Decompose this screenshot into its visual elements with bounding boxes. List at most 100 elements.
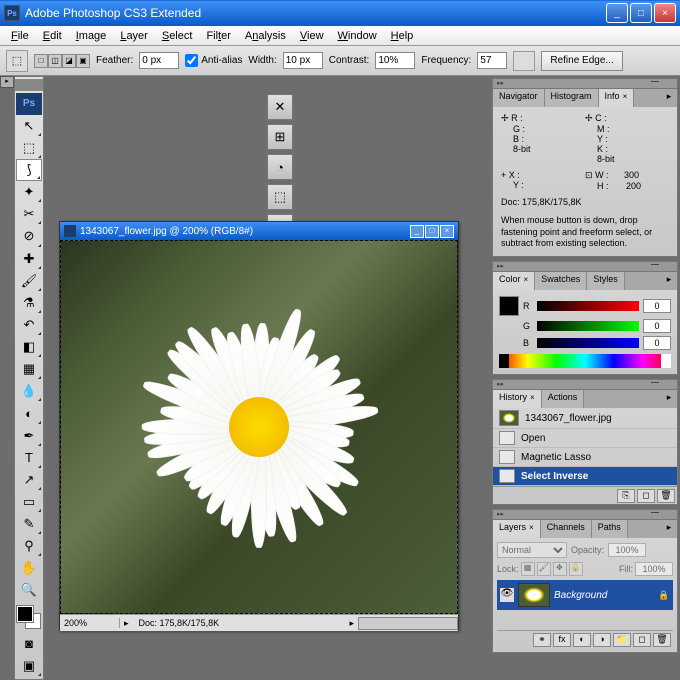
red-value[interactable] — [643, 299, 671, 313]
layer-name[interactable]: Background — [554, 590, 654, 601]
brushes-icon[interactable]: ⊞ — [267, 124, 293, 150]
lasso-tool[interactable]: ⟆ — [16, 159, 42, 181]
doc-close-button[interactable]: × — [440, 225, 454, 238]
eyedropper-tool[interactable]: ⚲ — [16, 535, 42, 557]
panel-menu-icon[interactable]: ▸ — [663, 392, 675, 404]
doc-minimize-button[interactable]: _ — [410, 225, 424, 238]
tab-actions[interactable]: Actions — [542, 390, 585, 408]
hand-tool[interactable]: ✋ — [16, 557, 42, 579]
selection-new-icon[interactable]: □ — [34, 54, 48, 68]
opacity-input[interactable] — [608, 543, 646, 557]
blue-value[interactable] — [643, 336, 671, 350]
stamp-tool[interactable]: ⚗ — [16, 292, 42, 314]
tab-navigator[interactable]: Navigator — [493, 89, 545, 107]
new-snapshot-icon[interactable]: ◻ — [637, 489, 655, 503]
tab-layers[interactable]: Layers× — [493, 520, 541, 538]
selection-intersect-icon[interactable]: ▣ — [76, 54, 90, 68]
link-layers-icon[interactable]: ⚭ — [533, 633, 551, 647]
frequency-input[interactable] — [477, 52, 507, 69]
new-layer-icon[interactable]: ◻ — [633, 633, 651, 647]
eraser-tool[interactable]: ◧ — [16, 336, 42, 358]
layer-item[interactable]: 👁 Background 🔒 — [497, 580, 673, 610]
gradient-tool[interactable]: ▦ — [16, 358, 42, 380]
tab-styles[interactable]: Styles — [587, 272, 625, 290]
clone-icon[interactable]: ◔ — [267, 154, 293, 180]
pen-pressure-icon[interactable] — [513, 51, 535, 71]
history-snapshot[interactable]: 1343067_flower.jpg — [493, 408, 677, 429]
tool-presets-icon[interactable]: ⬚ — [267, 184, 293, 210]
width-input[interactable] — [283, 52, 323, 69]
healing-tool[interactable]: ✚ — [16, 248, 42, 270]
slice-tool[interactable]: ⊘ — [16, 225, 42, 247]
doc-maximize-button[interactable]: □ — [425, 225, 439, 238]
blend-mode-select[interactable]: Normal — [497, 542, 567, 558]
delete-icon[interactable]: 🗑 — [657, 489, 675, 503]
status-arrow-icon[interactable]: ▸ — [120, 618, 133, 629]
lock-transparency-icon[interactable]: ▦ — [521, 562, 535, 576]
lock-position-icon[interactable]: ✥ — [553, 562, 567, 576]
refine-edge-button[interactable]: Refine Edge... — [541, 51, 622, 71]
antialias-checkbox[interactable]: Anti-alias — [185, 54, 242, 67]
menu-file[interactable]: File — [4, 28, 36, 44]
new-document-icon[interactable]: ⎘ — [617, 489, 635, 503]
shape-tool[interactable]: ▭ — [16, 491, 42, 513]
lock-all-icon[interactable]: 🔒 — [569, 562, 583, 576]
screen-mode-tool[interactable]: ▣ — [16, 655, 42, 677]
menu-analysis[interactable]: Analysis — [238, 28, 293, 44]
quick-mask-tool[interactable]: ◙ — [16, 633, 42, 655]
menu-layer[interactable]: Layer — [113, 28, 155, 44]
move-tool[interactable]: ↖ — [16, 115, 42, 137]
document-titlebar[interactable]: 1343067_flower.jpg @ 200% (RGB/8#) _ □ × — [60, 222, 458, 240]
lock-image-icon[interactable]: 🖌 — [537, 562, 551, 576]
tab-channels[interactable]: Channels — [541, 520, 592, 538]
color-swatch[interactable] — [499, 296, 519, 316]
selection-add-icon[interactable]: ◫ — [48, 54, 62, 68]
feather-input[interactable] — [139, 52, 179, 69]
delete-layer-icon[interactable]: 🗑 — [653, 633, 671, 647]
zoom-level[interactable]: 200% — [60, 618, 120, 628]
layer-mask-icon[interactable]: ◐ — [573, 633, 591, 647]
dodge-tool[interactable]: ◐ — [16, 402, 42, 424]
history-item[interactable]: Open — [493, 429, 677, 448]
arrange-icon[interactable]: ✕ — [267, 94, 293, 120]
menu-filter[interactable]: Filter — [199, 28, 237, 44]
color-spectrum[interactable] — [499, 354, 671, 368]
layer-style-icon[interactable]: fx — [553, 633, 571, 647]
horizontal-scrollbar[interactable] — [358, 617, 458, 630]
menu-select[interactable]: Select — [155, 28, 200, 44]
green-value[interactable] — [643, 319, 671, 333]
crop-tool[interactable]: ✂ — [16, 203, 42, 225]
tab-histogram[interactable]: Histogram — [545, 89, 599, 107]
foreground-color[interactable] — [17, 606, 33, 622]
history-brush-tool[interactable]: ↶ — [16, 314, 42, 336]
panel-menu-icon[interactable]: ▸ — [663, 274, 675, 286]
document-canvas[interactable] — [60, 240, 458, 614]
panel-menu-icon[interactable]: ▸ — [663, 522, 675, 534]
tab-color[interactable]: Color× — [493, 272, 535, 290]
tab-info[interactable]: Info× — [599, 89, 635, 107]
blur-tool[interactable]: 💧 — [16, 380, 42, 402]
tool-preset-icon[interactable]: ⬚ — [6, 50, 28, 72]
menu-image[interactable]: Image — [69, 28, 114, 44]
history-item-selected[interactable]: Select Inverse — [493, 467, 677, 486]
adjustment-layer-icon[interactable]: ◑ — [593, 633, 611, 647]
panel-collapse[interactable] — [493, 79, 677, 89]
tab-swatches[interactable]: Swatches — [535, 272, 587, 290]
notes-tool[interactable]: ✎ — [16, 513, 42, 535]
contrast-input[interactable] — [375, 52, 415, 69]
marquee-tool[interactable]: ⬚ — [16, 137, 42, 159]
minimize-button[interactable]: _ — [606, 3, 628, 23]
new-group-icon[interactable]: 📁 — [613, 633, 631, 647]
zoom-tool[interactable]: 🔍 — [16, 579, 42, 601]
panel-collapse[interactable] — [493, 262, 677, 272]
blue-slider[interactable] — [537, 338, 639, 348]
green-slider[interactable] — [537, 321, 639, 331]
panel-collapse[interactable] — [493, 510, 677, 520]
fill-input[interactable] — [635, 562, 673, 576]
maximize-button[interactable]: □ — [630, 3, 652, 23]
brush-tool[interactable]: 🖌 — [16, 270, 42, 292]
tab-history[interactable]: History× — [493, 390, 542, 408]
tab-paths[interactable]: Paths — [592, 520, 628, 538]
color-swatches[interactable] — [17, 606, 41, 629]
selection-subtract-icon[interactable]: ◪ — [62, 54, 76, 68]
